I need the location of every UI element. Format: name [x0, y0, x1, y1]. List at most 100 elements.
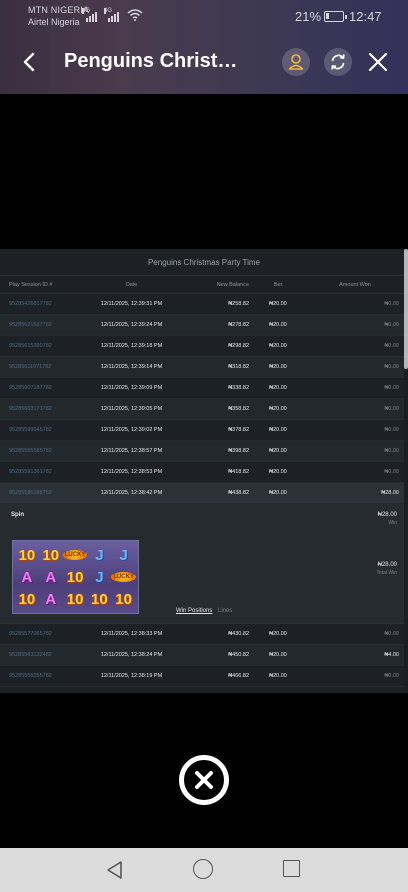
signal-1-icon: 4G [82, 8, 97, 22]
reel-symbol: 10 [42, 546, 60, 564]
cell-date: 12/11/2025, 12:38:57 PM [100, 448, 163, 454]
history-title: Penguins Christmas Party Time [0, 249, 408, 276]
reel-symbol: J [95, 546, 104, 564]
cell-amount-won: ₦4.00 [384, 652, 399, 658]
cell-new-balance: ₦378.82 [228, 427, 249, 433]
cell-new-balance: ₦418.82 [228, 469, 249, 475]
column-session-id: Play Session ID # [9, 281, 53, 288]
table-row[interactable]: 95285563132482 12/11/2025, 12:38:24 PM ₦45… [0, 645, 408, 666]
reel-symbol: J [95, 568, 104, 586]
game-history-panel: Penguins Christmas Party Time Play Sessi… [0, 249, 408, 693]
reel-symbol: 10 [115, 590, 132, 608]
nav-home-icon[interactable] [193, 859, 213, 879]
history-rows-before: 95285426817782 12/11/2025, 12:39:31 PM ₦25… [0, 294, 408, 504]
scrollbar[interactable] [404, 249, 408, 693]
reels-image: 10 10 LUCKY J J A A 10 J LUCKY 10 A 10 10 10 [12, 540, 139, 614]
cell-session-id: 95285591361782 [9, 469, 52, 475]
cell-amount-won: ₦0.00 [384, 469, 399, 475]
cell-bet: ₦20.00 [269, 427, 287, 433]
reel-symbol: LUCKY [111, 566, 136, 588]
cell-session-id: 95285615390782 [9, 343, 52, 349]
cell-date: 12/11/2025, 12:38:53 PM [100, 469, 163, 475]
user-icon [288, 54, 304, 70]
table-row[interactable]: 95285586188782 12/11/2025, 12:38:42 PM ₦43… [0, 483, 408, 504]
cell-date: 12/11/2025, 12:39:14 PM [100, 364, 163, 370]
total-win-label: Total Win [376, 570, 397, 576]
scrollbar-thumb[interactable] [404, 249, 408, 369]
cell-new-balance: ₦438.82 [228, 490, 249, 496]
table-row[interactable]: 95285577065782 12/11/2025, 12:38:33 PM ₦43… [0, 624, 408, 645]
cell-bet: ₦20.00 [269, 469, 287, 475]
cell-amount-won: ₦0.00 [384, 301, 399, 307]
cell-new-balance: ₦466.82 [228, 673, 249, 679]
cell-date: 12/11/2025, 12:39:02 PM [100, 427, 163, 433]
cell-new-balance: ₦298.82 [228, 343, 249, 349]
history-columns: Play Session ID # Date New Balance Bet A… [0, 276, 408, 294]
cell-date: 12/11/2025, 12:38:24 PM [100, 652, 163, 658]
cell-amount-won: ₦0.00 [384, 427, 399, 433]
cell-date: 12/11/2025, 12:39:24 PM [100, 322, 163, 328]
table-row[interactable]: 95285615390782 12/11/2025, 12:39:18 PM ₦29… [0, 336, 408, 357]
cell-amount-won: ₦0.00 [384, 343, 399, 349]
reel-symbol: A [45, 568, 57, 586]
reel-symbol-label: LUCKY [62, 550, 88, 560]
refresh-icon [331, 54, 345, 70]
cell-bet: ₦20.00 [269, 406, 287, 412]
spin-detail: Spin ₦28.00 Win ₦28.00 Total Win 10 10 LUC… [0, 504, 408, 624]
column-new-balance: New Balance [216, 281, 249, 288]
cell-bet: ₦20.00 [269, 322, 287, 328]
tab-win-positions[interactable]: Win Positions [176, 608, 212, 614]
reel-symbol: A [21, 568, 33, 586]
table-row[interactable]: 95285426817782 12/11/2025, 12:39:31 PM ₦25… [0, 294, 408, 315]
reel-symbol: LUCKY [62, 544, 88, 566]
table-row[interactable]: 95285607187782 12/11/2025, 12:39:09 PM ₦33… [0, 378, 408, 399]
cell-date: 12/11/2025, 12:38:33 PM [100, 631, 163, 637]
table-row[interactable]: 95285591361782 12/11/2025, 12:38:53 PM ₦41… [0, 462, 408, 483]
cell-amount-won: ₦0.00 [384, 406, 399, 412]
cell-amount-won: ₦0.00 [384, 673, 399, 679]
reel-grid: 10 10 LUCKY J J A A 10 J LUCKY 10 A 10 10 10 [15, 544, 136, 610]
cell-amount-won: ₦28.00 [381, 490, 399, 496]
cell-session-id: 95285555585782 [9, 448, 52, 454]
table-row[interactable]: 95285599645782 12/11/2025, 12:39:02 PM ₦37… [0, 420, 408, 441]
cell-date: 12/11/2025, 12:39:18 PM [100, 343, 163, 349]
carrier-2-label: Airtel Nigeria [28, 17, 80, 27]
cell-amount-won: ₦0.00 [384, 385, 399, 391]
cell-new-balance: ₦278.82 [228, 322, 249, 328]
cell-new-balance: ₦450.82 [228, 652, 249, 658]
table-row[interactable]: 95285555585782 12/11/2025, 12:38:57 PM ₦39… [0, 441, 408, 462]
column-date: Date [125, 281, 138, 288]
cell-session-id: 95285563132482 [9, 652, 52, 658]
profile-button[interactable] [282, 48, 310, 76]
wifi-icon [127, 9, 143, 21]
table-row[interactable]: 95285621537782 12/11/2025, 12:39:24 PM ₦27… [0, 315, 408, 336]
network-1-label: 4G [82, 8, 91, 14]
refresh-button[interactable] [324, 48, 352, 76]
cell-amount-won: ₦0.00 [384, 631, 399, 637]
win-amount: ₦28.00 [377, 512, 397, 518]
total-win-amount: ₦28.00 [377, 562, 397, 568]
carrier-1-label: MTN NIGERIA [28, 5, 90, 15]
cell-new-balance: ₦338.82 [228, 385, 249, 391]
cell-session-id: 95285586188782 [9, 490, 52, 496]
close-history-button[interactable] [179, 755, 229, 805]
table-row[interactable]: 95285603171782 12/11/2025, 12:39:05 PM ₦35… [0, 399, 408, 420]
nav-back-icon[interactable] [106, 860, 124, 880]
cell-session-id: 95285577065782 [9, 631, 52, 637]
cell-session-id: 95285426817782 [9, 301, 52, 307]
nav-recent-icon[interactable] [283, 860, 300, 877]
cell-amount-won: ₦0.00 [384, 448, 399, 454]
back-arrow-icon[interactable] [18, 50, 42, 74]
table-row[interactable]: 95285558255782 12/11/2025, 12:38:19 PM ₦46… [0, 666, 408, 687]
cell-bet: ₦20.00 [269, 631, 287, 637]
cell-new-balance: ₦358.82 [228, 406, 249, 412]
cell-new-balance: ₦430.82 [228, 631, 249, 637]
battery-percent: 21% [295, 9, 322, 24]
cell-amount-won: ₦0.00 [384, 322, 399, 328]
cell-bet: ₦20.00 [269, 448, 287, 454]
reel-symbol: A [45, 590, 57, 608]
cell-date: 12/11/2025, 12:38:42 PM [100, 490, 163, 496]
table-row[interactable]: 95285611071782 12/11/2025, 12:39:14 PM ₦31… [0, 357, 408, 378]
tab-lines[interactable]: Lines [218, 608, 232, 614]
close-icon[interactable] [366, 50, 390, 74]
